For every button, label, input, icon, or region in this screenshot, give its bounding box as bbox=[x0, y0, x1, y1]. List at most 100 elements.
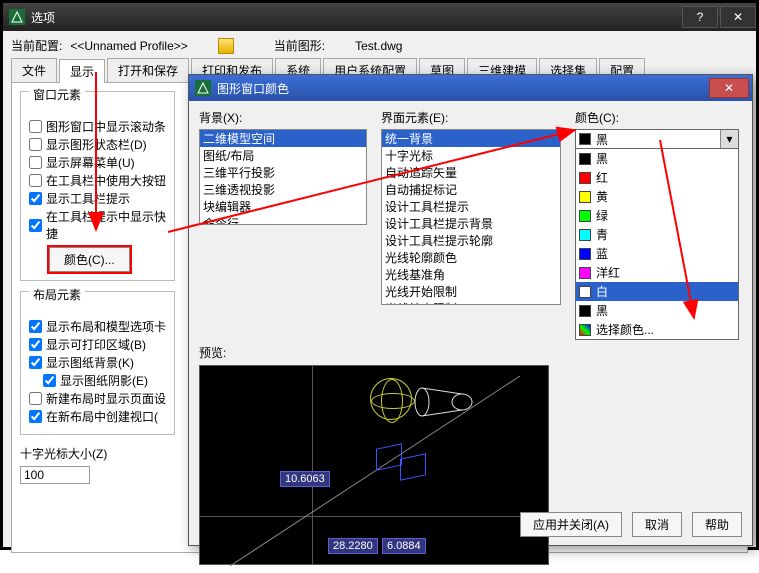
checkbox[interactable] bbox=[29, 138, 42, 151]
color-option[interactable]: 选择颜色... bbox=[576, 320, 738, 339]
check-label: 显示可打印区域(B) bbox=[46, 336, 146, 353]
check-label: 图形窗口中显示滚动条 bbox=[46, 118, 166, 135]
context-listbox[interactable]: 二维模型空间图纸/布局三维平行投影三维透视投影块编辑器命令行打印预览 bbox=[199, 129, 367, 225]
preview-area: 10.6063 28.2280 6.0884 bbox=[199, 365, 549, 565]
color-name: 黑 bbox=[596, 302, 608, 319]
color-name: 绿 bbox=[596, 207, 608, 224]
window-elements-group: 窗口元素 图形窗口中显示滚动条显示图形状态栏(D)显示屏幕菜单(U)在工具栏中使… bbox=[20, 91, 175, 281]
color-dialog: 图形窗口颜色 ✕ 背景(X): 二维模型空间图纸/布局三维平行投影三维透视投影块… bbox=[188, 74, 753, 546]
color-dropdown[interactable]: 黑红黄绿青蓝洋红白黑选择颜色... bbox=[575, 148, 739, 340]
color-swatch-icon bbox=[579, 248, 591, 260]
check-row: 显示布局和模型选项卡 bbox=[29, 318, 166, 335]
list-item[interactable]: 光线开始限制 bbox=[382, 283, 560, 300]
check-row: 显示图纸背景(K) bbox=[29, 354, 166, 371]
check-row: 显示图形状态栏(D) bbox=[29, 136, 166, 153]
checkbox[interactable] bbox=[29, 356, 42, 369]
list-item[interactable]: 十字光标 bbox=[382, 147, 560, 164]
checkbox[interactable] bbox=[29, 410, 42, 423]
layout-elements-title: 布局元素 bbox=[29, 286, 85, 303]
check-row: 显示屏幕菜单(U) bbox=[29, 154, 166, 171]
tab-2[interactable]: 打开和保存 bbox=[107, 58, 189, 82]
checkbox[interactable] bbox=[29, 392, 42, 405]
color-swatch-icon bbox=[579, 305, 591, 317]
selected-color-name: 黑 bbox=[596, 131, 608, 148]
list-item[interactable]: 图纸/布局 bbox=[200, 147, 366, 164]
list-item[interactable]: 自动追踪矢量 bbox=[382, 164, 560, 181]
cancel-button[interactable]: 取消 bbox=[632, 512, 682, 537]
list-item[interactable]: 二维模型空间 bbox=[200, 130, 366, 147]
coord-tag: 28.2280 bbox=[328, 538, 378, 554]
check-label: 新建布局时显示页面设 bbox=[46, 390, 166, 407]
check-label: 显示图形状态栏(D) bbox=[46, 136, 147, 153]
color-option[interactable]: 黄 bbox=[576, 187, 738, 206]
wireframe-sphere-icon bbox=[370, 378, 412, 420]
list-item[interactable]: 命令行 bbox=[200, 215, 366, 225]
drawing-label: 当前图形: bbox=[274, 37, 325, 54]
color-button[interactable]: 颜色(C)... bbox=[49, 247, 130, 272]
color-swatch-icon bbox=[579, 229, 591, 241]
element-label: 界面元素(E): bbox=[381, 109, 561, 126]
color-option[interactable]: 黑 bbox=[576, 149, 738, 168]
list-item[interactable]: 块编辑器 bbox=[200, 198, 366, 215]
app-icon bbox=[195, 80, 211, 96]
app-icon bbox=[9, 9, 25, 25]
close-button[interactable]: ✕ bbox=[720, 6, 756, 28]
tab-1[interactable]: 显示 bbox=[59, 59, 105, 83]
layout-elements-group: 布局元素 显示布局和模型选项卡显示可打印区域(B)显示图纸背景(K)显示图纸阴影… bbox=[20, 291, 175, 435]
color-swatch-icon bbox=[579, 286, 591, 298]
crosshair-input[interactable] bbox=[20, 466, 90, 484]
color-name: 青 bbox=[596, 226, 608, 243]
apply-close-button[interactable]: 应用并关闭(A) bbox=[520, 512, 622, 537]
checkbox[interactable] bbox=[29, 156, 42, 169]
checkbox[interactable] bbox=[29, 219, 42, 232]
color-swatch-icon bbox=[579, 210, 591, 222]
selected-swatch bbox=[579, 133, 591, 145]
check-label: 显示布局和模型选项卡 bbox=[46, 318, 166, 335]
color-dialog-titlebar: 图形窗口颜色 ✕ bbox=[189, 75, 752, 101]
wireframe-cone-icon bbox=[414, 384, 474, 420]
list-item[interactable]: 光线基准角 bbox=[382, 266, 560, 283]
list-item[interactable]: 统一背景 bbox=[382, 130, 560, 147]
color-name: 选择颜色... bbox=[596, 321, 654, 338]
checkbox[interactable] bbox=[43, 374, 56, 387]
color-option[interactable]: 白 bbox=[576, 282, 738, 301]
window-elements-title: 窗口元素 bbox=[29, 86, 85, 103]
check-label: 在新布局中创建视口( bbox=[46, 408, 158, 425]
list-item[interactable]: 设计工具栏提示轮廓 bbox=[382, 232, 560, 249]
checkbox[interactable] bbox=[29, 174, 42, 187]
list-item[interactable]: 设计工具栏提示 bbox=[382, 198, 560, 215]
check-row: 显示图纸阴影(E) bbox=[43, 372, 166, 389]
coord-tag: 10.6063 bbox=[280, 471, 330, 487]
color-combo[interactable]: 黑 ▾ 黑红黄绿青蓝洋红白黑选择颜色... bbox=[575, 129, 739, 340]
list-item[interactable]: 三维透视投影 bbox=[200, 181, 366, 198]
list-item[interactable]: 光线轮廓颜色 bbox=[382, 249, 560, 266]
color-option[interactable]: 蓝 bbox=[576, 244, 738, 263]
color-option[interactable]: 洋红 bbox=[576, 263, 738, 282]
checkbox[interactable] bbox=[29, 120, 42, 133]
check-row: 图形窗口中显示滚动条 bbox=[29, 118, 166, 135]
check-label: 在工具栏中使用大按钮 bbox=[46, 172, 166, 189]
list-item[interactable]: 自动捕捉标记 bbox=[382, 181, 560, 198]
color-option[interactable]: 黑 bbox=[576, 301, 738, 320]
check-label: 显示图纸背景(K) bbox=[46, 354, 134, 371]
checkbox[interactable] bbox=[29, 338, 42, 351]
list-item[interactable]: 设计工具栏提示背景 bbox=[382, 215, 560, 232]
coord-tag: 6.0884 bbox=[382, 538, 426, 554]
list-item[interactable]: 光线结束限制 bbox=[382, 300, 560, 305]
check-label: 显示工具栏提示 bbox=[46, 190, 130, 207]
color-option[interactable]: 红 bbox=[576, 168, 738, 187]
checkbox[interactable] bbox=[29, 320, 42, 333]
help-button[interactable]: ? bbox=[682, 6, 718, 28]
color-swatch-icon bbox=[579, 172, 591, 184]
color-option[interactable]: 绿 bbox=[576, 206, 738, 225]
check-label: 在工具栏提示中显示快捷 bbox=[46, 208, 166, 242]
help-button[interactable]: 帮助 bbox=[692, 512, 742, 537]
color-option[interactable]: 青 bbox=[576, 225, 738, 244]
tab-0[interactable]: 文件 bbox=[11, 58, 57, 82]
element-listbox[interactable]: 统一背景十字光标自动追踪矢量自动捕捉标记设计工具栏提示设计工具栏提示背景设计工具… bbox=[381, 129, 561, 305]
color-label: 颜色(C): bbox=[575, 109, 739, 126]
color-dialog-close[interactable]: ✕ bbox=[709, 78, 749, 98]
list-item[interactable]: 三维平行投影 bbox=[200, 164, 366, 181]
color-name: 红 bbox=[596, 169, 608, 186]
checkbox[interactable] bbox=[29, 192, 42, 205]
